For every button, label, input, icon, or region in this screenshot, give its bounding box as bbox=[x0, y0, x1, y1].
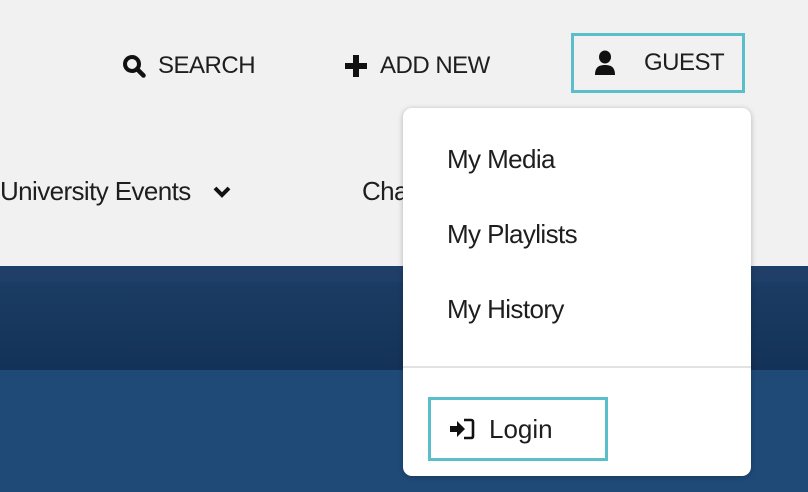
nav-item-partial[interactable]: Cha bbox=[362, 176, 409, 207]
chevron-down-icon[interactable] bbox=[213, 185, 231, 199]
search-label: SEARCH bbox=[158, 52, 256, 79]
menu-divider bbox=[403, 366, 751, 368]
add-new-button[interactable]: ADD NEW bbox=[344, 38, 490, 94]
nav-item-label: University Events bbox=[0, 176, 191, 206]
search-icon bbox=[122, 54, 146, 78]
nav-item-university-events[interactable]: University Events bbox=[0, 176, 231, 207]
sign-in-icon bbox=[449, 417, 475, 441]
user-icon bbox=[594, 50, 616, 76]
menu-item-my-media[interactable]: My Media bbox=[447, 144, 556, 175]
guest-label: GUEST bbox=[644, 49, 725, 76]
guest-user-menu-button[interactable]: GUEST bbox=[571, 33, 745, 93]
user-dropdown-menu: My Media My Playlists My History Login bbox=[403, 108, 751, 476]
login-label: Login bbox=[489, 413, 553, 444]
search-link[interactable]: SEARCH bbox=[122, 38, 256, 94]
plus-icon bbox=[344, 54, 368, 78]
menu-item-my-playlists[interactable]: My Playlists bbox=[447, 219, 578, 250]
menu-item-my-history[interactable]: My History bbox=[447, 294, 564, 325]
nav-item-label: Cha bbox=[362, 176, 409, 206]
login-button[interactable]: Login bbox=[428, 397, 608, 461]
add-new-label: ADD NEW bbox=[380, 52, 490, 79]
